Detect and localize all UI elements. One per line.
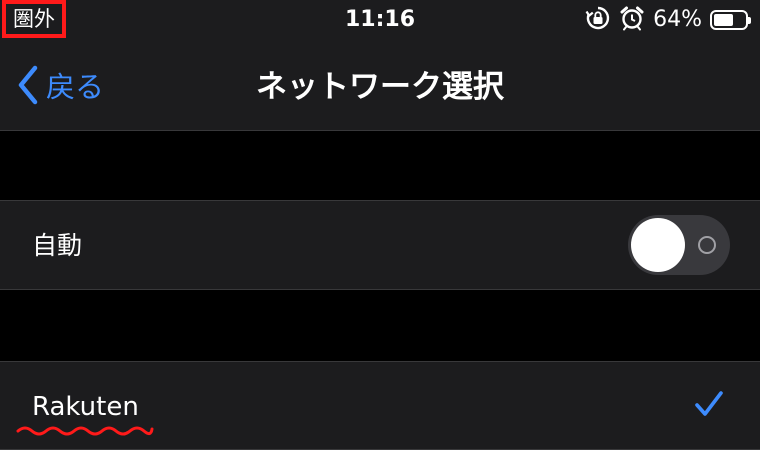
automatic-toggle[interactable]: [628, 215, 730, 275]
alarm-icon: [619, 5, 645, 35]
status-bar: 圏外 11:16 64%: [0, 0, 760, 44]
toggle-off-indicator-icon: [698, 236, 716, 254]
automatic-label: 自動: [32, 231, 83, 260]
navigation-bar: 戻る ネットワーク選択: [0, 44, 760, 131]
checkmark-icon: [694, 390, 724, 422]
battery-cap: [748, 17, 751, 24]
highlight-squiggle: [16, 426, 154, 436]
network-name: Rakuten: [32, 392, 139, 422]
rotation-lock-icon: [585, 5, 611, 35]
battery-level-fill: [714, 14, 734, 26]
page-title: ネットワーク選択: [256, 69, 504, 105]
toggle-knob: [631, 218, 685, 272]
automatic-selection-row: 自動: [0, 200, 760, 290]
battery-percent: 64%: [653, 7, 702, 32]
battery-icon: [710, 10, 751, 30]
status-indicators: 64%: [585, 5, 751, 35]
network-row[interactable]: Rakuten: [0, 361, 760, 450]
